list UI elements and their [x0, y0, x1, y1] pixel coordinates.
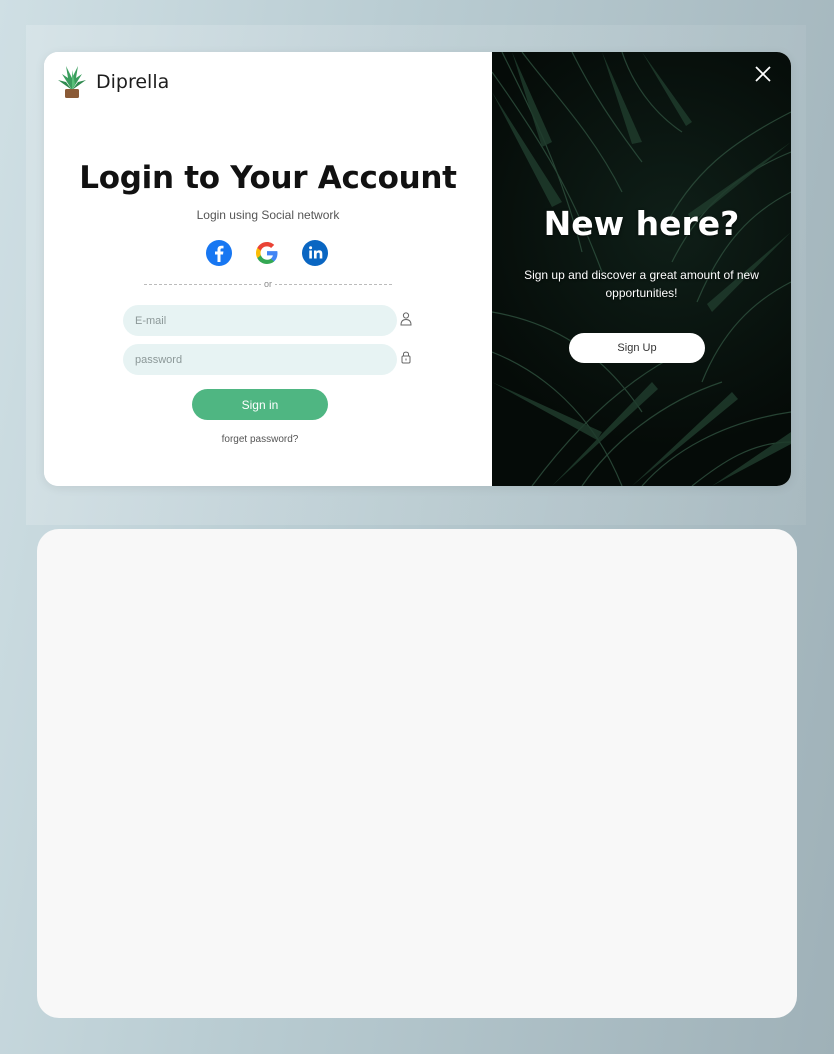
lock-icon [401, 351, 411, 364]
plant-icon [58, 66, 86, 98]
linkedin-icon [302, 240, 328, 266]
divider-text: or [260, 278, 276, 290]
brand-logo[interactable]: Diprella [56, 64, 169, 100]
blank-card [37, 529, 797, 1018]
google-icon [256, 242, 278, 264]
forget-password-link[interactable]: forget password? [44, 434, 476, 445]
sign-in-button[interactable]: Sign in [192, 389, 328, 420]
facebook-icon [206, 240, 232, 266]
social-login-group [204, 238, 330, 268]
login-panel: Diprella Login to Your Account Login usi… [44, 52, 492, 486]
password-input[interactable] [123, 344, 397, 375]
or-divider: or [144, 278, 392, 290]
brand-name: Diprella [96, 71, 170, 93]
login-title: Login to Your Account [79, 160, 457, 196]
signup-description: Sign up and discover a great amount of n… [524, 268, 759, 300]
facebook-login-button[interactable] [204, 238, 234, 268]
close-button[interactable] [751, 62, 775, 86]
sign-up-button[interactable]: Sign Up [569, 333, 705, 363]
linkedin-login-button[interactable] [300, 238, 330, 268]
close-icon [755, 66, 771, 82]
user-icon [400, 312, 412, 326]
auth-modal: Diprella Login to Your Account Login usi… [44, 52, 791, 486]
google-login-button[interactable] [252, 238, 282, 268]
email-input[interactable] [123, 305, 397, 336]
login-subtitle: Login using Social network [196, 208, 340, 222]
signup-title: New here? [543, 204, 740, 243]
signup-panel: New here? Sign up and discover a great a… [492, 52, 791, 486]
